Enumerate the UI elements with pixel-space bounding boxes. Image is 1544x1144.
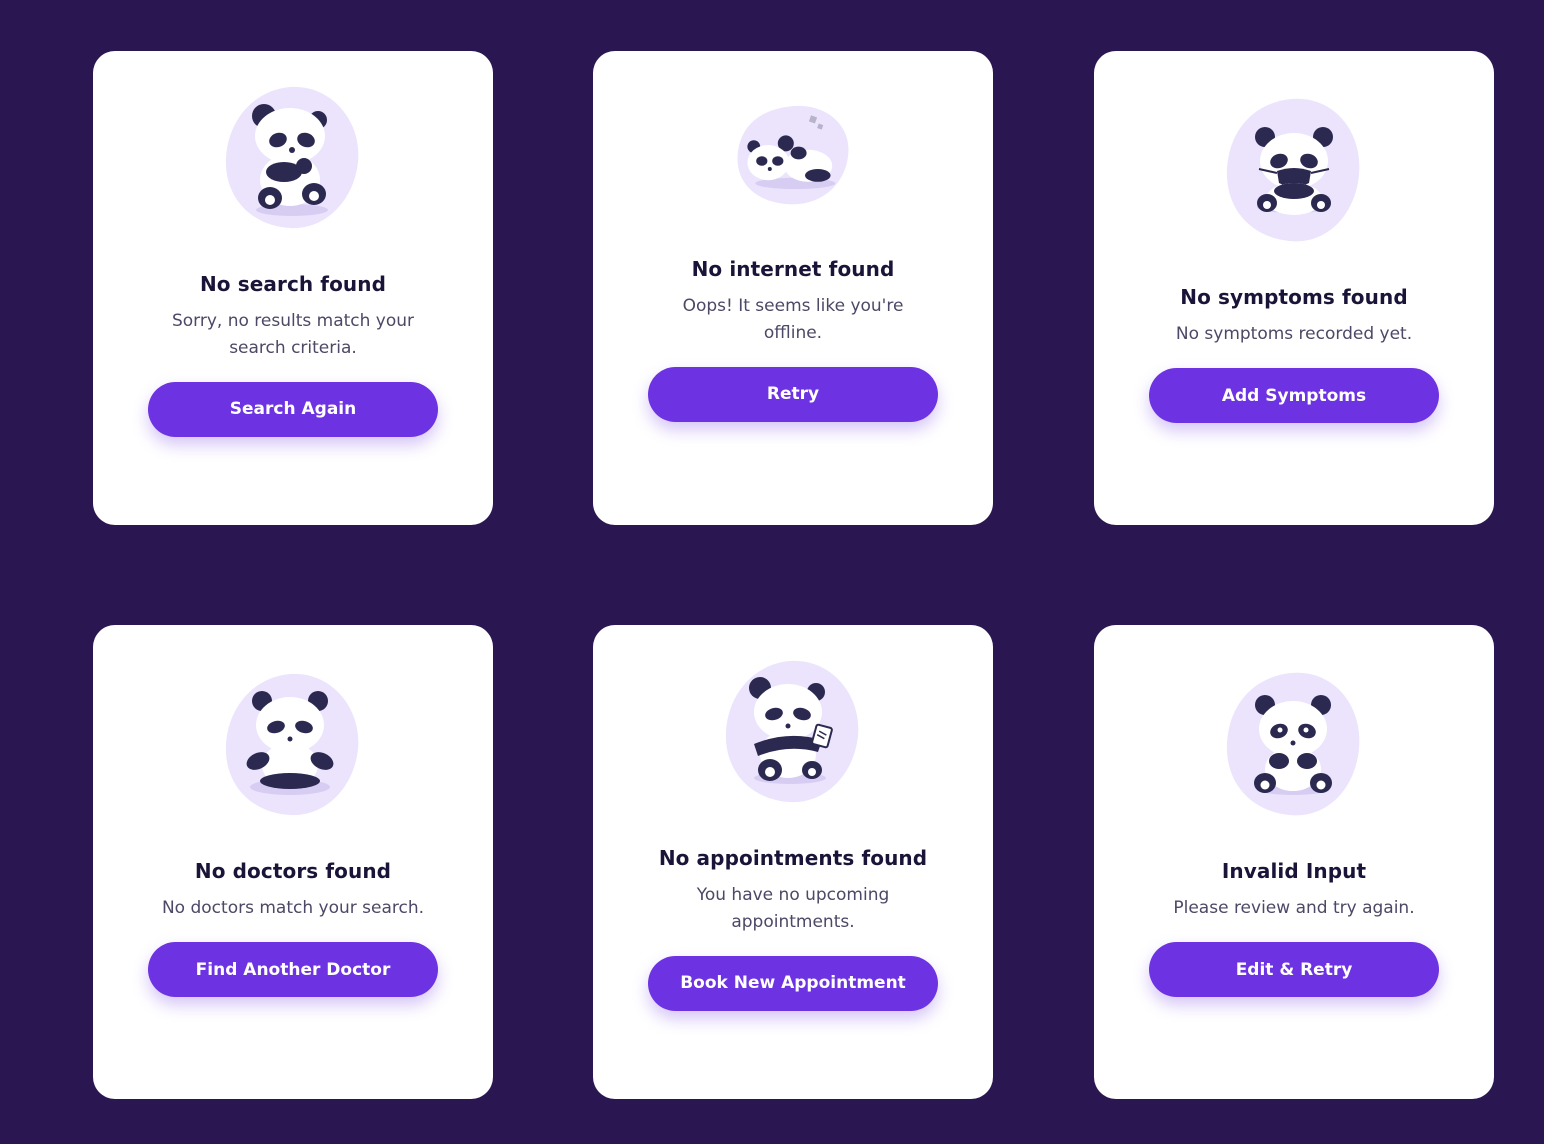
edit-and-retry-button[interactable]: Edit & Retry [1149, 942, 1439, 997]
card-title: No symptoms found [1180, 285, 1408, 309]
find-another-doctor-button[interactable]: Find Another Doctor [148, 942, 438, 997]
card-description: Please review and try again. [1173, 898, 1415, 918]
empty-state-card-invalid-input: Invalid Input Please review and try agai… [1094, 625, 1494, 1099]
card-title: No search found [199, 271, 387, 296]
empty-state-card-doctors: No doctors found No doctors match your s… [93, 625, 493, 1099]
retry-button[interactable]: Retry [648, 366, 938, 422]
card-description: No doctors match your search. [161, 898, 425, 918]
panda-thinking-illustration [225, 86, 359, 228]
card-title: No doctors found [194, 859, 392, 883]
card-description: Sorry, no results match your search crit… [171, 310, 415, 358]
empty-state-card-appointments: No appointments found You have no upcomi… [593, 625, 993, 1099]
empty-state-card-search: No search found Sorry, no results match … [93, 51, 493, 525]
card-title: Invalid Input [1221, 859, 1367, 883]
add-symptoms-button[interactable]: Add Symptoms [1149, 368, 1439, 423]
panda-masked-illustration [1226, 98, 1360, 242]
card-title: No internet found [691, 256, 895, 281]
empty-state-card-symptoms: No symptoms found No symptoms recorded y… [1094, 51, 1494, 525]
panda-sitting-illustration [1226, 672, 1360, 816]
card-description: Oops! It seems like you're offline. [682, 295, 904, 343]
search-again-button[interactable]: Search Again [148, 381, 438, 437]
card-description: You have no upcoming appointments. [696, 884, 890, 932]
panda-sleeping-illustration [737, 105, 849, 204]
card-description: No symptoms recorded yet. [1175, 324, 1413, 344]
panda-holding-note-illustration [725, 660, 859, 802]
book-new-appointment-button[interactable]: Book New Appointment [648, 955, 938, 1011]
card-title: No appointments found [658, 845, 928, 870]
panda-meditating-illustration [225, 673, 359, 816]
empty-state-card-internet: No internet found Oops! It seems like yo… [593, 51, 993, 525]
